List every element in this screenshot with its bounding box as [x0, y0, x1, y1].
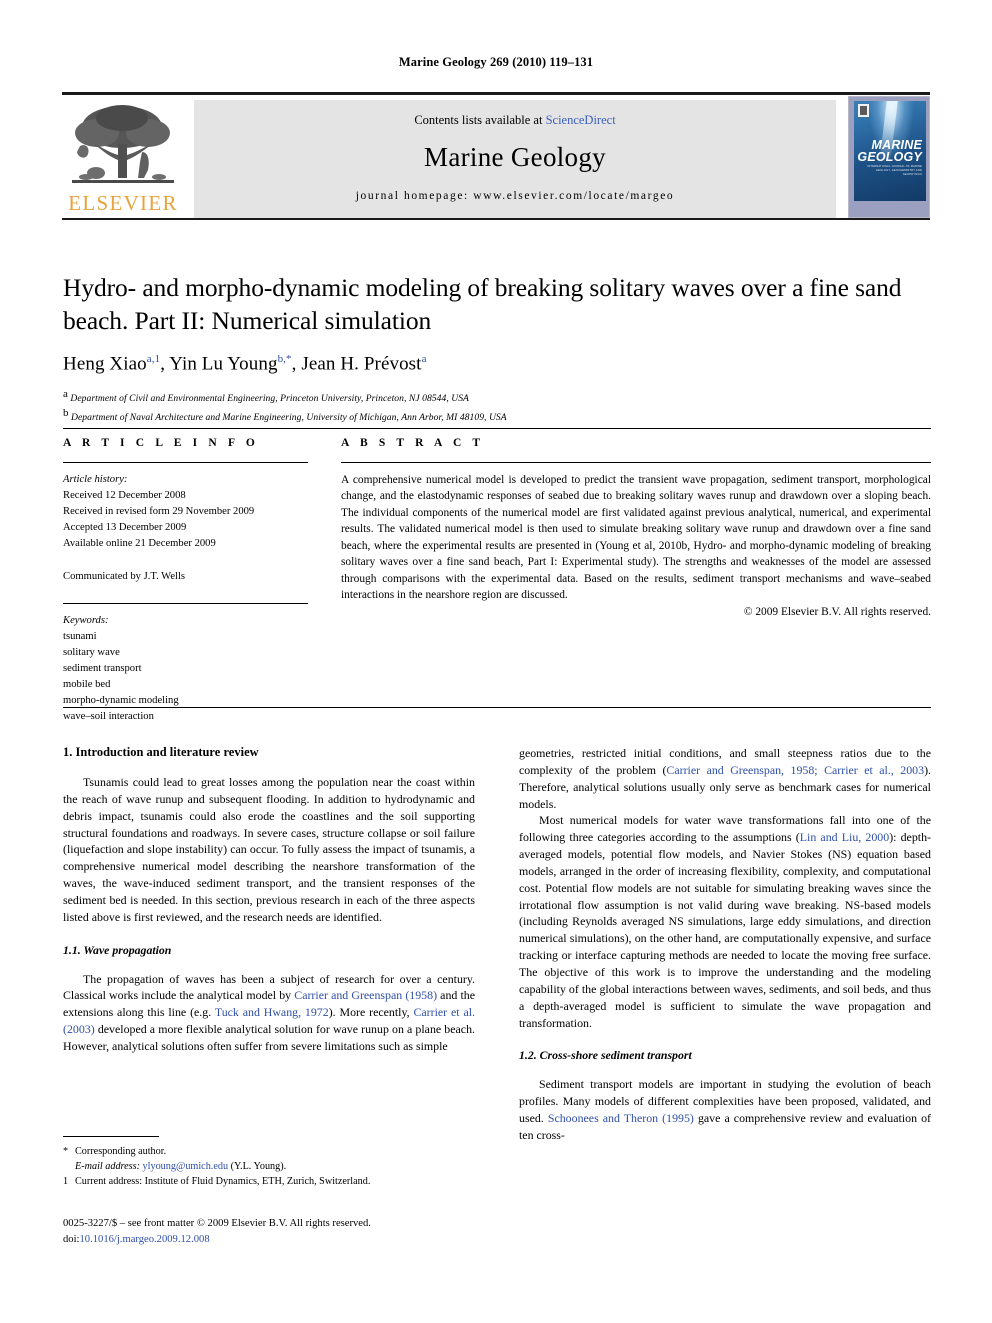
keywords-label: Keywords:	[63, 614, 109, 626]
abstract-copyright: © 2009 Elsevier B.V. All rights reserved…	[743, 606, 931, 619]
band-bottom-rule	[63, 707, 931, 708]
citation-link[interactable]: Tuck and Hwang, 1972	[215, 1005, 329, 1019]
keyword-item: tsunami	[63, 630, 97, 642]
citation-link[interactable]: Carrier and Greenspan, 1958; Carrier et …	[666, 763, 924, 777]
history-item: Accepted 13 December 2009	[63, 522, 187, 534]
text-run: ). More recently,	[328, 1005, 414, 1020]
affiliation-list: a Department of Civil and Environmental …	[63, 387, 931, 425]
journal-title: Marine Geology	[424, 142, 606, 172]
paragraph-numerical-models: Most numerical models for water wave tra…	[519, 812, 931, 1031]
article-title: Hydro- and morpho-dynamic modeling of br…	[63, 273, 902, 335]
issn-copyright-block: 0025-3227/$ – see front matter © 2009 El…	[63, 1216, 475, 1247]
footnote-text: Current address: Institute of Fluid Dyna…	[75, 1175, 371, 1187]
article-info-rule	[63, 462, 308, 463]
journal-homepage[interactable]: journal homepage: www.elsevier.com/locat…	[194, 190, 836, 202]
keyword-item: solitary wave	[63, 646, 120, 658]
sciencedirect-link[interactable]: ScienceDirect	[546, 113, 616, 127]
email-label: E-mail address:	[75, 1160, 140, 1172]
footnote-corresponding-author: * Corresponding author.	[63, 1145, 475, 1160]
article-page: Marine Geology 269 (2010) 119–131 ELSEVI…	[0, 0, 992, 1323]
issn-line: 0025-3227/$ – see front matter © 2009 El…	[63, 1218, 371, 1229]
text-run: ): depth-averaged models, potential flow…	[519, 830, 931, 1030]
band-top-rule	[63, 428, 931, 429]
body-column-left: 1. Introduction and literature review Ts…	[63, 745, 475, 1055]
footnote-block: * Corresponding author. E-mail address: y…	[63, 1136, 475, 1189]
abstract-rule	[341, 462, 931, 463]
body-column-right: geometries, restricted initial condition…	[519, 745, 931, 1144]
history-item: Received 12 December 2008	[63, 490, 186, 502]
affiliation-mark: b	[63, 406, 69, 419]
author-name: Yin Lu Young	[169, 353, 278, 375]
footnote-rule	[63, 1136, 159, 1137]
cover-subtitle: INTERNATIONAL JOURNAL OF MARINE GEOLOGY,…	[867, 165, 922, 176]
citation-link[interactable]: Lin and Liu, 2000	[800, 830, 889, 844]
paragraph-wave-propagation: The propagation of waves has been a subj…	[63, 971, 475, 1055]
paragraph-intro: Tsunamis could lead to great losses amon…	[63, 775, 475, 924]
author-affiliation-mark: a	[421, 353, 427, 366]
keywords-block: Keywords: tsunami solitary wave sediment…	[63, 613, 308, 726]
abstract-text: A comprehensive numerical model is devel…	[341, 474, 931, 601]
affiliation-item: b Department of Naval Architecture and M…	[63, 406, 931, 425]
paragraph-continued: geometries, restricted initial condition…	[519, 745, 931, 812]
history-item: Received in revised form 29 November 200…	[63, 506, 255, 518]
elsevier-wordmark: ELSEVIER	[68, 191, 178, 215]
paragraph-sediment-transport: Sediment transport models are important …	[519, 1076, 931, 1143]
cover-title-line2: GEOLOGY	[857, 150, 922, 164]
author-affiliation-mark: b,*	[277, 353, 292, 366]
article-info-column: A R T I C L E I N F O Article history: R…	[63, 437, 308, 725]
article-history-block: Article history: Received 12 December 20…	[63, 472, 308, 552]
doi-label: doi:	[63, 1233, 80, 1245]
author-affiliation-mark: a,1	[146, 353, 161, 366]
email-owner: (Y.L. Young).	[230, 1160, 287, 1172]
section-heading-1-2: 1.2. Cross-shore sediment transport	[519, 1048, 692, 1063]
contents-prefix: Contents lists available at	[414, 113, 546, 127]
history-item: Available online 21 December 2009	[63, 538, 216, 550]
doi-link[interactable]: 10.1016/j.margeo.2009.12.008	[79, 1234, 209, 1245]
communicated-by: Communicated by J.T. Wells	[63, 571, 186, 583]
footnote-mark-one: 1	[63, 1175, 69, 1187]
author-separator: ,	[160, 353, 170, 375]
masthead-bottom-rule	[62, 218, 930, 220]
citation-link[interactable]: Schoonees and Theron (1995)	[548, 1111, 694, 1125]
affiliation-text: Department of Civil and Environmental En…	[70, 392, 469, 404]
cover-elsevier-mark-icon	[858, 104, 869, 117]
email-link[interactable]: ylyoung@umich.edu	[143, 1161, 229, 1172]
footnote-text: Corresponding author.	[75, 1146, 167, 1157]
keywords-rule	[63, 602, 308, 604]
author-separator: ,	[291, 353, 302, 375]
running-head: Marine Geology 269 (2010) 119–131	[398, 55, 594, 69]
title-block: Hydro- and morpho-dynamic modeling of br…	[63, 272, 931, 425]
keyword-item: mobile bed	[63, 678, 111, 690]
masthead-center-panel: Contents lists available at ScienceDirec…	[194, 100, 836, 218]
contents-available-line: Contents lists available at ScienceDirec…	[194, 113, 836, 128]
elsevier-tree-icon	[72, 105, 174, 183]
article-history-label: Article history:	[63, 474, 128, 485]
abstract-column: A B S T R A C T A comprehensive numerica…	[341, 437, 931, 618]
journal-masthead: ELSEVIER Contents lists available at Sci…	[62, 92, 930, 220]
footnote-mark-asterisk: *	[63, 1146, 69, 1157]
section-heading-1: 1. Introduction and literature review	[63, 745, 259, 759]
doi-line: doi:10.1016/j.margeo.2009.12.008	[63, 1232, 475, 1248]
section-heading-1-1: 1.1. Wave propagation	[63, 942, 172, 957]
masthead-top-rule	[62, 92, 930, 95]
footnote-current-address: 1 Current address: Institute of Fluid Dyn…	[63, 1175, 475, 1190]
affiliation-item: a Department of Civil and Environmental …	[63, 387, 931, 406]
journal-cover-thumbnail: MARINE GEOLOGY INTERNATIONAL JOURNAL OF …	[848, 96, 930, 218]
footnote-email: E-mail address: ylyoung@umich.edu (Y.L. …	[63, 1160, 475, 1175]
keyword-item: sediment transport	[63, 662, 142, 674]
author-name: Heng Xiao	[63, 353, 147, 375]
text-run: developed a more flexible analytical sol…	[63, 1022, 475, 1053]
author-name: Jean H. Prévost	[301, 353, 422, 375]
keyword-item: wave–soil interaction	[63, 711, 154, 723]
article-info-heading: A R T I C L E I N F O	[63, 437, 259, 449]
affiliation-text: Department of Naval Architecture and Mar…	[71, 411, 507, 423]
abstract-heading: A B S T R A C T	[341, 437, 485, 449]
affiliation-mark: a	[63, 387, 68, 400]
elsevier-logo: ELSEVIER	[64, 100, 182, 218]
citation-link[interactable]: Carrier and Greenspan (1958)	[294, 988, 437, 1002]
cover-artwork: MARINE GEOLOGY INTERNATIONAL JOURNAL OF …	[854, 101, 926, 201]
author-list: Heng Xiaoa,1, Yin Lu Youngb,*, Jean H. P…	[63, 353, 931, 375]
